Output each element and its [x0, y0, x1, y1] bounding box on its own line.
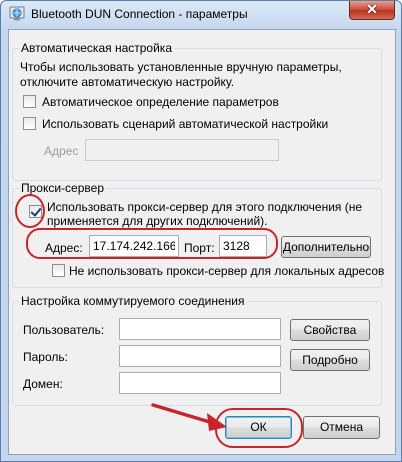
dialog-client-area: Автоматическая настройка Чтобы использов…: [8, 29, 396, 455]
user-input[interactable]: [119, 318, 281, 340]
password-input[interactable]: [119, 345, 281, 367]
auto-config-description: Чтобы использовать установленные вручную…: [20, 60, 342, 89]
dialog-window: Bluetooth DUN Connection - параметры ✕ А…: [0, 0, 402, 462]
details-button[interactable]: Подробно: [290, 349, 370, 371]
cancel-button[interactable]: Отмена: [303, 416, 380, 439]
checkbox-highlight-circle: [15, 194, 45, 228]
red-arrow-icon: [151, 403, 227, 431]
close-button[interactable]: ✕: [349, 1, 395, 20]
auto-config-group: Автоматическая настройка Чтобы использов…: [12, 41, 382, 181]
auto-detect-label[interactable]: Автоматическое определение параметров: [42, 95, 279, 109]
use-script-label[interactable]: Использовать сценарий автоматической нас…: [42, 117, 328, 131]
script-address-input[interactable]: [85, 139, 279, 161]
bypass-local-label[interactable]: Не использовать прокси-сервер для локаль…: [69, 264, 384, 278]
title-bar[interactable]: Bluetooth DUN Connection - параметры ✕: [1, 1, 401, 27]
use-proxy-label-line2[interactable]: применяется для других подключений).: [47, 214, 268, 228]
address-port-highlight-oval: [26, 228, 278, 259]
auto-config-group-title: Автоматическая настройка: [19, 41, 174, 55]
user-label: Пользователь:: [23, 323, 105, 337]
script-address-label: Адрес: [44, 144, 79, 158]
dialup-group: Настройка коммутируемого соединения Поль…: [12, 294, 382, 406]
window-title: Bluetooth DUN Connection - параметры: [31, 7, 248, 21]
advanced-button[interactable]: Дополнительно: [281, 236, 371, 258]
use-script-checkbox[interactable]: [23, 117, 36, 130]
properties-button[interactable]: Свойства: [290, 319, 370, 341]
bypass-local-checkbox[interactable]: [52, 264, 65, 277]
domain-input[interactable]: [119, 372, 281, 394]
auto-detect-checkbox[interactable]: [23, 95, 36, 108]
domain-label: Домен:: [23, 377, 63, 391]
password-label: Пароль:: [23, 350, 68, 364]
close-icon: ✕: [366, 1, 378, 17]
network-globe-icon: [9, 6, 25, 21]
dialup-group-title: Настройка коммутируемого соединения: [19, 294, 247, 308]
use-proxy-label-line1[interactable]: Использовать прокси-сервер для этого под…: [47, 200, 362, 214]
proxy-group-title: Прокси-сервер: [19, 181, 106, 195]
